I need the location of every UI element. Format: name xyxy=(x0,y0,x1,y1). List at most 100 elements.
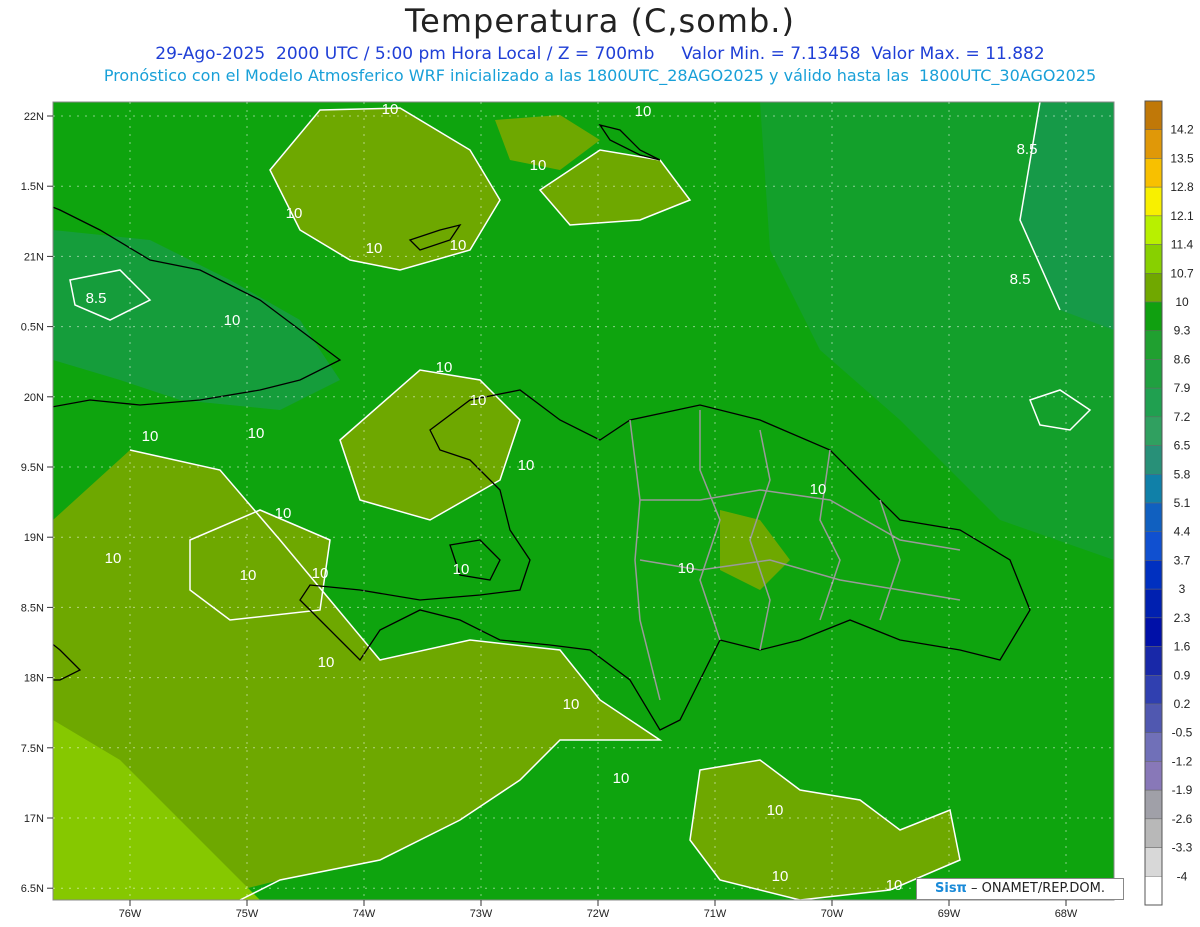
legend-swatch xyxy=(1144,129,1163,159)
contour-label: 10 xyxy=(248,425,265,442)
legend-label: 7.2 xyxy=(1174,410,1191,424)
legend-swatch xyxy=(1144,445,1163,475)
lat-label: 17N xyxy=(24,813,44,825)
lon-label: 72W xyxy=(587,908,610,920)
contour-label: 10 xyxy=(613,770,630,787)
legend-label: -1.2 xyxy=(1172,754,1193,768)
legend-label: 12.1 xyxy=(1170,209,1194,223)
contour-label: 10 xyxy=(318,654,335,671)
legend-swatch xyxy=(1144,847,1163,877)
legend-swatch xyxy=(1144,732,1163,762)
legend-swatch xyxy=(1144,301,1163,331)
lon-label: 70W xyxy=(821,908,844,920)
legend-swatch xyxy=(1144,100,1163,130)
lon-label: 76W xyxy=(119,908,142,920)
contour-label: 10 xyxy=(450,237,467,254)
contour-label: 10 xyxy=(312,565,329,582)
legend-swatch xyxy=(1144,215,1163,245)
contour-label: 10 xyxy=(436,359,453,376)
contour-label: 10 xyxy=(240,567,257,584)
contour-label: 10 xyxy=(286,205,303,222)
legend-label: 1.6 xyxy=(1174,640,1191,654)
legend-label: -3.3 xyxy=(1172,841,1193,855)
lat-label: 9.5N xyxy=(21,462,44,474)
lat-label: 6.5N xyxy=(21,883,44,895)
color-legend: 14.2 13.5 12.8 12.1 11.4 10.7 10 9.3 8.6 7.9 7.2 6.… xyxy=(1144,100,1194,906)
longitude-labels: 76W 75W 74W 73W 72W 71W 70W 69W 68W xyxy=(119,900,1078,920)
contour-label: 10 xyxy=(810,481,827,498)
contour-label: 10 xyxy=(470,392,487,409)
legend-swatch xyxy=(1144,502,1163,532)
legend-swatch xyxy=(1144,158,1163,188)
legend-swatch xyxy=(1144,387,1163,418)
legend-label: 8.6 xyxy=(1174,352,1191,366)
legend-label: -0.5 xyxy=(1172,726,1193,740)
lat-label: 22N xyxy=(24,111,44,123)
latitude-labels: 22N 1.5N 21N 0.5N 20N 9.5N 19N 8.5N 18N 7.5N 17N 6.… xyxy=(21,111,53,895)
lon-label: 68W xyxy=(1055,908,1078,920)
lat-label: 8.5N xyxy=(21,602,44,614)
legend-label: 7.9 xyxy=(1174,381,1191,395)
contour-label: 10 xyxy=(563,696,580,713)
contour-label: 10 xyxy=(275,505,292,522)
legend-swatch xyxy=(1144,818,1163,848)
contour-label: 8.5 xyxy=(1017,141,1038,158)
sispi-logo: Sisπ xyxy=(935,881,967,896)
lon-label: 74W xyxy=(353,908,376,920)
legend-swatch xyxy=(1144,416,1163,446)
legend-swatch xyxy=(1144,761,1163,791)
contour-label: 10 xyxy=(105,550,122,567)
lat-label: 21N xyxy=(24,251,44,263)
legend-label: 11.4 xyxy=(1171,238,1194,252)
legend-label: 0.9 xyxy=(1174,668,1191,682)
legend-label: 2.3 xyxy=(1174,611,1191,625)
legend-label: 3 xyxy=(1179,582,1186,596)
legend-swatch xyxy=(1144,675,1163,705)
lat-label: 19N xyxy=(24,532,44,544)
legend-swatch xyxy=(1144,273,1163,303)
lat-label: 7.5N xyxy=(21,743,44,755)
legend-swatch xyxy=(1144,330,1163,360)
legend-swatch xyxy=(1144,186,1163,217)
legend-swatch xyxy=(1144,474,1163,504)
contour-label: 10 xyxy=(772,868,789,885)
contour-label: 8.5 xyxy=(1010,271,1031,288)
legend-swatch xyxy=(1144,560,1163,590)
lon-label: 75W xyxy=(236,908,259,920)
lon-label: 69W xyxy=(938,908,961,920)
legend-label: 13.5 xyxy=(1170,151,1194,165)
credit-text: – ONAMET/REP.DOM. xyxy=(966,881,1105,896)
contour-label: 10 xyxy=(453,561,470,578)
legend-label: 10 xyxy=(1175,295,1189,309)
legend-label: 12.8 xyxy=(1170,180,1194,194)
credit-box: Sisπ – ONAMET/REP.DOM. xyxy=(916,878,1124,900)
contour-label: 10 xyxy=(224,312,241,329)
lat-label: 1.5N xyxy=(21,181,44,193)
legend-swatch xyxy=(1144,359,1163,389)
legend-swatch xyxy=(1144,876,1163,906)
legend-swatch xyxy=(1144,588,1163,619)
legend-swatch xyxy=(1144,244,1163,274)
contour-label: 10 xyxy=(142,428,159,445)
legend-swatch xyxy=(1144,531,1163,561)
map-field xyxy=(53,102,1114,900)
contour-label: 10 xyxy=(366,240,383,257)
legend-label: 10.7 xyxy=(1170,266,1194,280)
lat-label: 18N xyxy=(24,673,44,685)
legend-label: 6.5 xyxy=(1174,439,1191,453)
legend-label: 9.3 xyxy=(1174,324,1191,338)
contour-label: 8.5 xyxy=(86,290,107,307)
legend-label: -2.6 xyxy=(1172,812,1193,826)
lat-label: 20N xyxy=(24,392,44,404)
legend-swatch xyxy=(1144,617,1163,647)
contour-label: 10 xyxy=(767,802,784,819)
contour-label: 10 xyxy=(382,101,399,118)
lat-label: 0.5N xyxy=(21,322,44,334)
legend-label: -1.9 xyxy=(1172,783,1193,797)
temperature-map: 10 10 10 10 10 10 10 10 10 10 10 10 10 10 10 10 10 10 10 10… xyxy=(21,100,1194,920)
contour-label: 10 xyxy=(635,103,652,120)
legend-swatch xyxy=(1144,789,1163,820)
legend-label: 3.7 xyxy=(1174,553,1191,567)
contour-label: 10 xyxy=(530,157,547,174)
legend-label: 4.4 xyxy=(1174,525,1191,539)
